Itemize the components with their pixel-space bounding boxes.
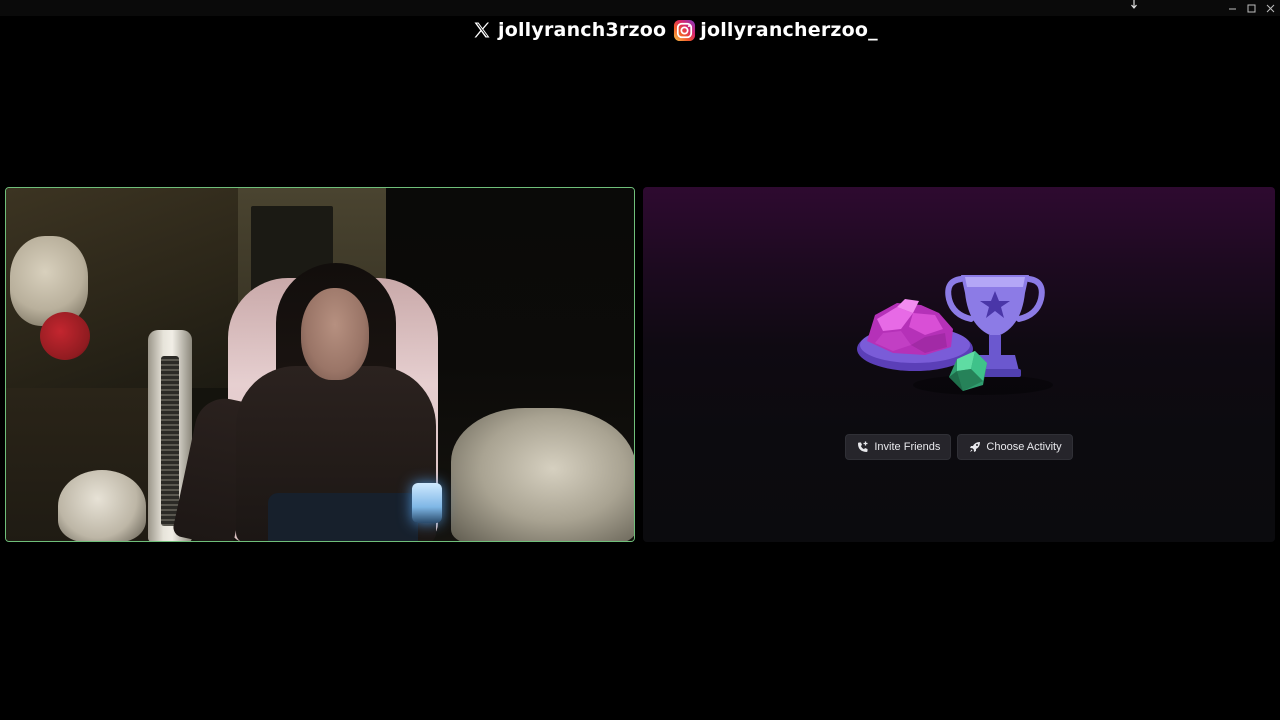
- person-face: [301, 288, 369, 380]
- plush-toy: [40, 312, 90, 360]
- minimize-icon[interactable]: [1227, 3, 1238, 14]
- plush-toy: [58, 470, 146, 541]
- close-icon[interactable]: [1265, 3, 1276, 14]
- activity-actions: Invite Friends Choose Activity: [643, 434, 1275, 460]
- person-jeans: [268, 493, 418, 541]
- x-handle-text: jollyranch3rzoo: [498, 19, 667, 41]
- choose-activity-label: Choose Activity: [986, 441, 1062, 453]
- activity-illustration-icon: [857, 275, 1053, 395]
- mouse-cursor-icon: [1131, 0, 1137, 9]
- blanket: [451, 408, 634, 541]
- x-social-link[interactable]: jollyranch3rzoo: [470, 18, 666, 42]
- instagram-social-link[interactable]: jollyrancherzoo_: [672, 18, 878, 42]
- instagram-handle-text: jollyrancherzoo_: [700, 19, 878, 41]
- participant-video-tile[interactable]: [5, 187, 635, 542]
- phone-add-icon: [857, 441, 869, 453]
- call-stage: jollyranch3rzoo jollyrancherzoo_ Invite …: [0, 0, 1280, 720]
- choose-activity-button[interactable]: Choose Activity: [957, 434, 1073, 460]
- tower-fan-grille: [161, 356, 179, 526]
- x-logo-icon: [470, 18, 494, 42]
- maximize-icon[interactable]: [1246, 3, 1257, 14]
- desk-lamp: [412, 483, 442, 523]
- instagram-logo-icon: [672, 18, 696, 42]
- social-handles-overlay: jollyranch3rzoo jollyrancherzoo_: [470, 14, 878, 46]
- activity-tile: Invite Friends Choose Activity: [643, 187, 1275, 542]
- invite-friends-button[interactable]: Invite Friends: [845, 434, 952, 460]
- rocket-icon: [969, 441, 981, 453]
- window-controls: [1227, 1, 1276, 15]
- plush-toy: [10, 236, 88, 326]
- invite-friends-label: Invite Friends: [874, 441, 941, 453]
